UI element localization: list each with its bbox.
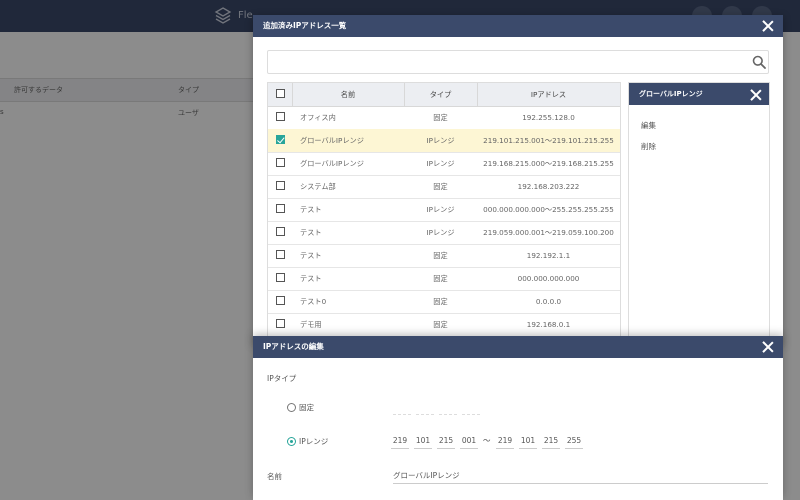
col-name: 名前 [340, 90, 356, 99]
name-input[interactable]: グローバルIPレンジ [393, 469, 768, 484]
row-name: テスト [300, 205, 322, 214]
row-ip: 000.000.000.000 [517, 274, 580, 283]
radio-ip-range[interactable] [287, 437, 296, 446]
row-name: グローバルIPレンジ [300, 136, 364, 145]
radio-ip-range-label[interactable]: IPレンジ [299, 436, 328, 447]
row-type: 固定 [433, 274, 448, 283]
table-row[interactable]: テスト 固定 192.192.1.1 [268, 244, 620, 268]
row-checkbox[interactable] [276, 181, 285, 190]
row-type: 固定 [433, 113, 448, 122]
range-start-octet-4[interactable]: 001 [460, 434, 478, 449]
delete-action[interactable]: 削除 [641, 141, 656, 152]
row-ip: 219.101.215.001〜219.101.215.255 [483, 136, 614, 145]
range-start-octet-2[interactable]: 101 [414, 434, 432, 449]
row-name: テスト0 [300, 297, 327, 306]
table-row[interactable]: テスト IPレンジ 000.000.000.000〜255.255.255.255 [268, 198, 620, 222]
row-ip: 0.0.0.0 [535, 297, 562, 306]
row-checkbox[interactable] [276, 250, 285, 259]
row-type: 固定 [433, 320, 448, 329]
col-type: タイプ [429, 90, 452, 99]
table-row[interactable]: テスト0 固定 0.0.0.0 [268, 290, 620, 314]
ip-list-dialog-title: 追加済みIPアドレス一覧 [253, 15, 783, 37]
row-ip: 219.168.215.000〜219.168.215.255 [483, 159, 614, 168]
search-input[interactable] [267, 50, 769, 74]
table-row[interactable]: システム部 固定 192.168.203.222 [268, 175, 620, 199]
row-checkbox[interactable] [276, 319, 285, 328]
range-end-octet-3[interactable]: 215 [542, 434, 560, 449]
row-name: オフィス内 [300, 113, 336, 122]
side-panel-title: グローバルIPレンジ [629, 83, 769, 105]
row-name: テスト [300, 274, 322, 283]
table-row[interactable]: オフィス内 固定 192.255.128.0 [268, 106, 620, 130]
fixed-octet-2[interactable] [416, 400, 434, 415]
table-row[interactable]: グローバルIPレンジ IPレンジ 219.101.215.001〜219.101.2… [268, 129, 620, 153]
row-type: 固定 [433, 251, 448, 260]
row-type: IPレンジ [426, 159, 455, 168]
row-name: デモ用 [300, 320, 322, 329]
select-all-checkbox[interactable] [276, 89, 285, 98]
row-name: テスト [300, 251, 322, 260]
radio-fixed[interactable] [287, 403, 296, 412]
ip-table: 名前 タイプ IPアドレス オフィス内 固定 192.255.128.0 グローバルI… [267, 82, 621, 347]
range-start-octet-3[interactable]: 215 [437, 434, 455, 449]
fixed-octet-4[interactable] [462, 400, 480, 415]
row-ip: 192.168.0.1 [526, 320, 571, 329]
range-end-octet-1[interactable]: 219 [496, 434, 514, 449]
fixed-octet-3[interactable] [439, 400, 457, 415]
row-name: テスト [300, 228, 322, 237]
row-ip: 192.192.1.1 [526, 251, 571, 260]
side-panel: グローバルIPレンジ 編集 削除 [628, 82, 770, 347]
row-type: 固定 [433, 297, 448, 306]
range-end-octet-4[interactable]: 255 [565, 434, 583, 449]
row-checkbox[interactable] [276, 227, 285, 236]
row-ip: 000.000.000.000〜255.255.255.255 [483, 205, 614, 214]
close-icon[interactable] [762, 20, 774, 32]
table-row[interactable]: テスト 固定 000.000.000.000 [268, 267, 620, 291]
row-type: IPレンジ [426, 205, 455, 214]
fixed-octet-1[interactable] [393, 400, 411, 415]
row-type: 固定 [433, 182, 448, 191]
search-icon[interactable] [752, 55, 766, 69]
row-checkbox[interactable] [276, 296, 285, 305]
ip-edit-dialog-title: IPアドレスの編集 [253, 336, 783, 358]
table-row[interactable]: グローバルIPレンジ IPレンジ 219.168.215.000〜219.168.2… [268, 152, 620, 176]
close-icon[interactable] [762, 341, 774, 353]
row-checkbox[interactable] [276, 158, 285, 167]
col-ip: IPアドレス [530, 90, 567, 99]
row-type: IPレンジ [426, 136, 455, 145]
radio-fixed-label[interactable]: 固定 [299, 402, 314, 413]
edit-action[interactable]: 編集 [641, 120, 656, 131]
ip-type-label: IPタイプ [267, 374, 297, 383]
row-checkbox[interactable] [276, 135, 285, 144]
row-ip: 192.255.128.0 [522, 113, 575, 122]
row-checkbox[interactable] [276, 273, 285, 282]
table-header: 名前 タイプ IPアドレス [268, 83, 620, 107]
side-panel-close-icon[interactable] [750, 89, 762, 101]
range-start-octet-1[interactable]: 219 [391, 434, 409, 449]
range-separator: 〜 [483, 436, 491, 445]
row-name: グローバルIPレンジ [300, 159, 364, 168]
row-name: システム部 [300, 182, 336, 191]
name-label: 名前 [267, 472, 282, 481]
table-row[interactable]: デモ用 固定 192.168.0.1 [268, 313, 620, 337]
range-end-octet-2[interactable]: 101 [519, 434, 537, 449]
table-row[interactable]: テスト IPレンジ 219.059.000.001〜219.059.100.200 [268, 221, 620, 245]
row-checkbox[interactable] [276, 204, 285, 213]
row-checkbox[interactable] [276, 112, 285, 121]
row-ip: 192.168.203.222 [517, 182, 580, 191]
ip-edit-dialog: IPアドレスの編集 IPタイプ 固定 IPレンジ 219 101 215 001… [253, 336, 783, 500]
row-ip: 219.059.000.001〜219.059.100.200 [483, 228, 614, 237]
ip-list-dialog: 追加済みIPアドレス一覧 名前 タイプ IPアドレス オフィス内 固定 192.25… [253, 15, 783, 347]
row-type: IPレンジ [426, 228, 455, 237]
